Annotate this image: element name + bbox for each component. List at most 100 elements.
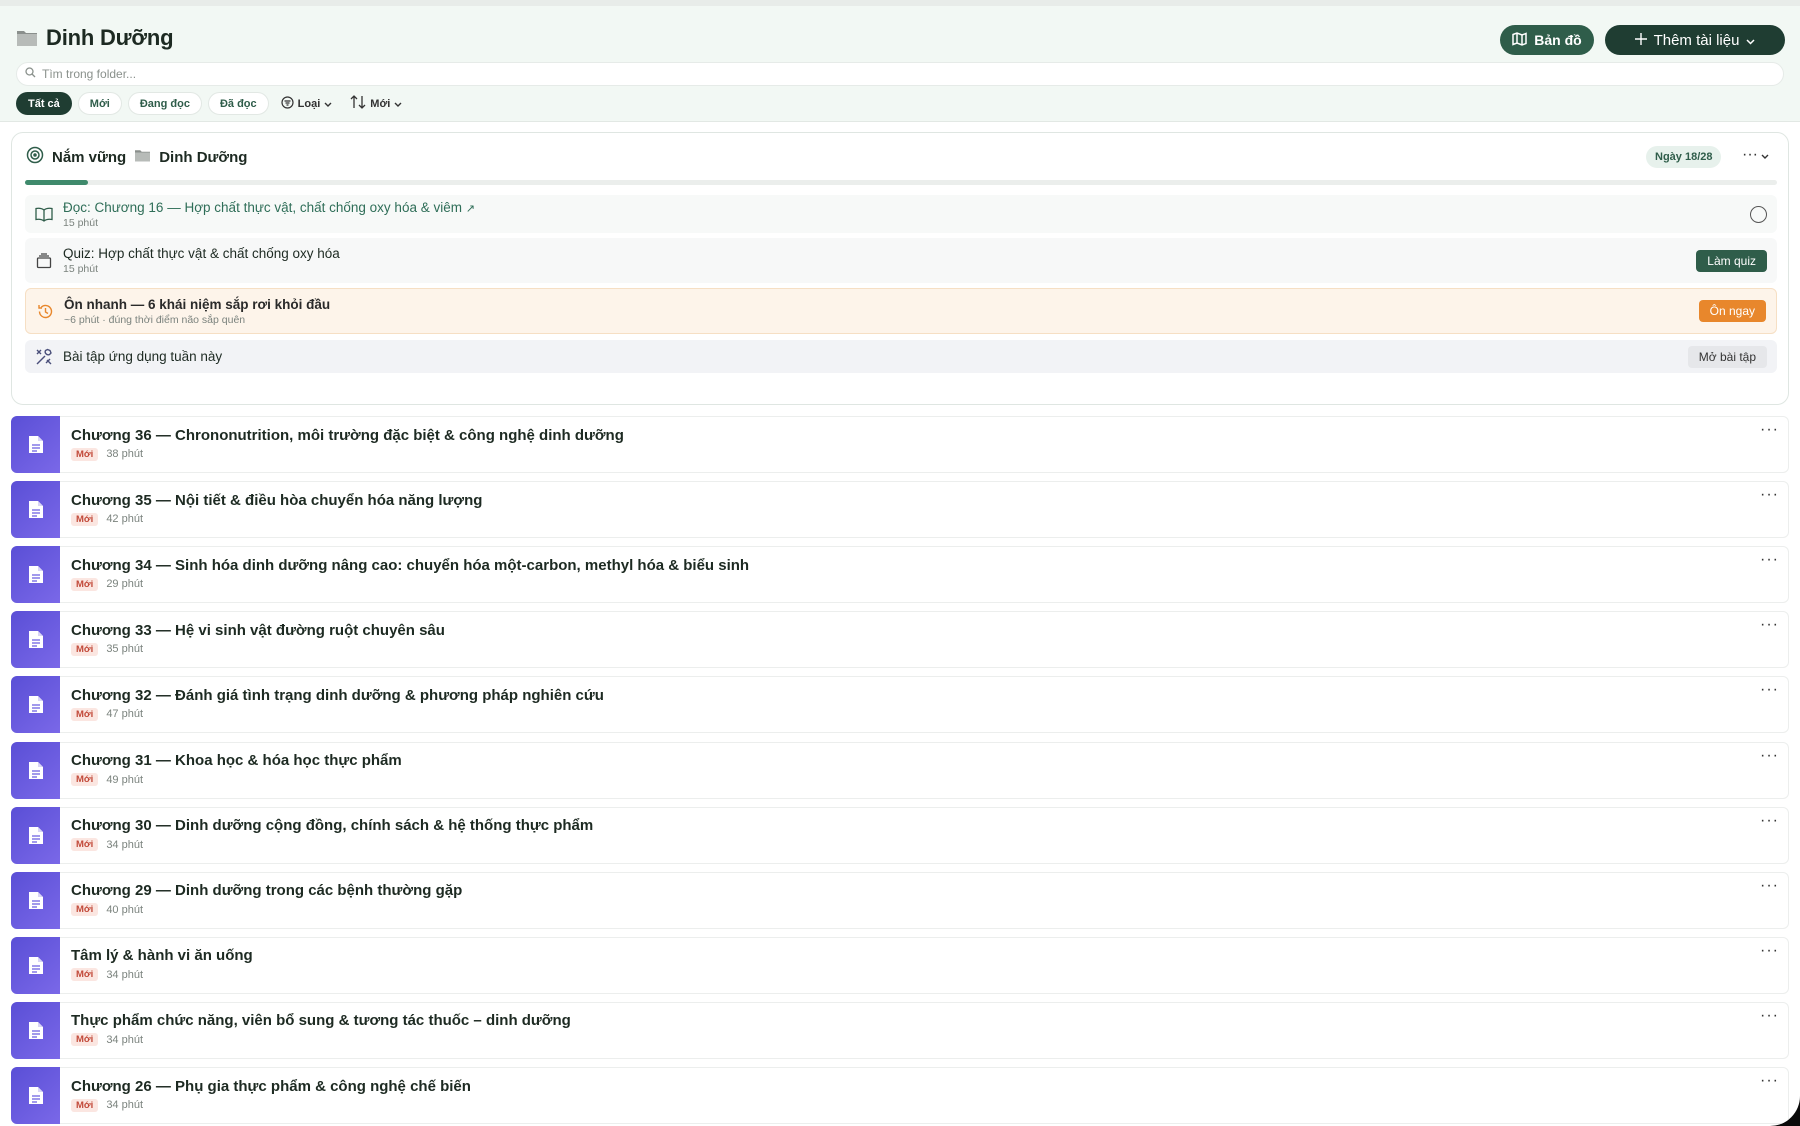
type-dropdown[interactable]: Loại (275, 92, 339, 115)
more-options-icon[interactable]: ··· (1760, 681, 1779, 699)
document-icon (11, 1067, 60, 1124)
more-options-icon[interactable]: ··· (1760, 551, 1779, 569)
document-icon (11, 416, 60, 473)
more-options-icon[interactable]: ··· (1760, 877, 1779, 895)
reading-time: 34 phút (106, 968, 144, 981)
filter-reading[interactable]: Đang đọc (127, 92, 202, 115)
map-button-label: Bản đồ (1534, 32, 1582, 48)
chevron-down-icon (394, 98, 402, 110)
search-input[interactable] (42, 67, 1783, 81)
document-title: Chương 34 — Sinh hóa dinh dưỡng nâng cao… (71, 556, 750, 574)
document-meta: Mới 49 phút (71, 773, 402, 786)
document-row[interactable]: Chương 29 — Dinh dưỡng trong các bệnh th… (11, 871, 1789, 929)
chevron-down-icon (1746, 32, 1755, 49)
document-row[interactable]: Tâm lý & hành vi ăn uống Mới 34 phút ··· (11, 936, 1789, 994)
task-quiz-duration: 15 phút (63, 263, 99, 275)
document-title: Thực phẩm chức năng, viên bổ sung & tươn… (71, 1012, 571, 1030)
reading-time: 42 phút (106, 513, 144, 526)
more-options-icon[interactable]: ··· (1760, 1072, 1779, 1090)
task-complete-checkbox[interactable] (1750, 205, 1767, 223)
document-meta: Mới 34 phút (71, 838, 593, 852)
more-options-icon[interactable]: ··· (1760, 616, 1779, 634)
status-badge: Mới (71, 1033, 99, 1047)
mastery-plan-card: Nắm vững Dinh Dưỡng Ngày 18/28 ··· Đọc: … (11, 132, 1789, 405)
document-body: Chương 34 — Sinh hóa dinh dưỡng nâng cao… (71, 557, 749, 591)
take-quiz-button[interactable]: Làm quiz (1696, 249, 1767, 272)
review-now-button[interactable]: Ôn ngay (1698, 300, 1766, 322)
reading-time: 38 phút (106, 448, 144, 460)
document-title: Chương 30 — Dinh dưỡng cộng đồng, chính … (71, 817, 594, 835)
document-row[interactable]: Chương 33 — Hệ vi sinh vật đường ruột ch… (11, 611, 1789, 669)
document-title: Chương 32 — Đánh giá tình trạng dinh dưỡ… (71, 686, 604, 704)
status-badge: Mới (71, 577, 99, 591)
task-practice[interactable]: Bài tập ứng dụng tuần này Mở bài tập (25, 340, 1777, 373)
task-practice-title: Bài tập ứng dụng tuần này (63, 349, 223, 364)
more-options-icon[interactable]: ··· (1760, 1007, 1779, 1025)
map-button[interactable]: Bản đồ (1500, 25, 1594, 55)
task-review-note: ~6 phút · đúng thời điểm não sắp quên (64, 313, 246, 326)
document-row[interactable]: Chương 32 — Đánh giá tình trạng dinh dưỡ… (11, 676, 1789, 734)
type-dropdown-label: Loại (297, 97, 321, 110)
document-row[interactable]: Chương 26 — Phụ gia thực phẩm & công ngh… (11, 1067, 1789, 1124)
sort-dropdown[interactable]: Mới (344, 92, 408, 115)
document-icon (11, 611, 60, 669)
task-read-text: Đọc: Chương 16 — Hợp chất thực vật, chất… (63, 200, 475, 229)
search-icon (25, 65, 36, 83)
tools-icon (25, 348, 63, 366)
add-document-button[interactable]: Thêm tài liệu (1605, 25, 1785, 55)
search-bar[interactable] (16, 62, 1784, 86)
plan-menu-button[interactable]: ··· (1742, 146, 1769, 164)
plan-header: Nắm vững Dinh Dưỡng (26, 146, 247, 169)
folder-header: Dinh Dưỡng Bản đồ Thêm tài liệu Tất cả (0, 0, 1800, 122)
document-title: Chương 36 — Chrononutrition, môi trường … (71, 426, 624, 444)
document-row[interactable]: Chương 30 — Dinh dưỡng cộng đồng, chính … (11, 806, 1789, 864)
document-row[interactable]: Chương 34 — Sinh hóa dinh dưỡng nâng cao… (11, 546, 1789, 604)
document-row[interactable]: Chương 35 — Nội tiết & điều hòa chuyển h… (11, 481, 1789, 539)
document-icon (11, 936, 60, 994)
document-body: Chương 31 — Khoa học & hóa học thực phẩm… (71, 752, 402, 786)
more-options-icon[interactable]: ··· (1760, 942, 1779, 960)
document-body: Thực phẩm chức năng, viên bổ sung & tươn… (71, 1012, 571, 1047)
filter-new[interactable]: Mới (77, 92, 122, 115)
reading-time: 34 phút (106, 838, 144, 851)
more-options-icon[interactable]: ··· (1760, 747, 1779, 765)
reading-time: 34 phút (106, 1033, 144, 1046)
document-row[interactable]: Chương 36 — Chrononutrition, môi trường … (11, 416, 1789, 473)
reading-time: 34 phút (106, 1099, 144, 1111)
document-body: Chương 33 — Hệ vi sinh vật đường ruột ch… (71, 622, 445, 656)
app-window: Dinh Dưỡng Bản đồ Thêm tài liệu Tất cả (0, 0, 1800, 1126)
status-badge: Mới (71, 773, 99, 786)
reading-time: 29 phút (106, 578, 144, 591)
task-read[interactable]: Đọc: Chương 16 — Hợp chất thực vật, chất… (25, 195, 1777, 233)
task-review[interactable]: Ôn nhanh — 6 khái niệm sắp rơi khỏi đầu … (25, 288, 1777, 334)
document-body: Chương 26 — Phụ gia thực phẩm & công ngh… (71, 1078, 471, 1112)
document-meta: Mới 38 phút (71, 447, 624, 461)
document-title: Chương 29 — Dinh dưỡng trong các bệnh th… (71, 882, 463, 900)
document-row[interactable]: Chương 31 — Khoa học & hóa học thực phẩm… (11, 741, 1789, 799)
filter-list-icon (281, 95, 294, 112)
history-icon (26, 303, 64, 320)
plan-progress-bar (25, 180, 1777, 185)
task-read-title: Đọc: Chương 16 — Hợp chất thực vật, chất… (63, 199, 475, 215)
add-document-label: Thêm tài liệu (1653, 31, 1740, 49)
task-read-duration: 15 phút (63, 216, 99, 229)
document-meta: Mới 29 phút (71, 577, 749, 591)
more-options-icon[interactable]: ··· (1760, 421, 1779, 439)
open-exercises-button[interactable]: Mở bài tập (1687, 345, 1767, 368)
document-row[interactable]: Thực phẩm chức năng, viên bổ sung & tươn… (11, 1001, 1789, 1059)
more-options-icon[interactable]: ··· (1760, 486, 1779, 504)
filter-read[interactable]: Đã đọc (207, 92, 269, 115)
document-icon (11, 871, 60, 929)
more-options-icon[interactable]: ··· (1760, 812, 1779, 830)
filter-all[interactable]: Tất cả (16, 92, 72, 115)
chevron-down-icon (324, 98, 332, 110)
document-meta: Mới 34 phút (71, 1098, 471, 1112)
status-badge: Mới (71, 512, 99, 526)
document-title: Chương 35 — Nội tiết & điều hòa chuyển h… (71, 491, 483, 509)
plan-title-folder: Dinh Dưỡng (159, 149, 248, 166)
task-quiz[interactable]: Quiz: Hợp chất thực vật & chất chống oxy… (25, 238, 1777, 283)
document-meta: Mới 40 phút (71, 903, 462, 917)
more-icon: ··· (1742, 146, 1758, 163)
page-title: Dinh Dưỡng (46, 25, 174, 50)
task-review-text: Ôn nhanh — 6 khái niệm sắp rơi khỏi đầu … (64, 297, 330, 326)
